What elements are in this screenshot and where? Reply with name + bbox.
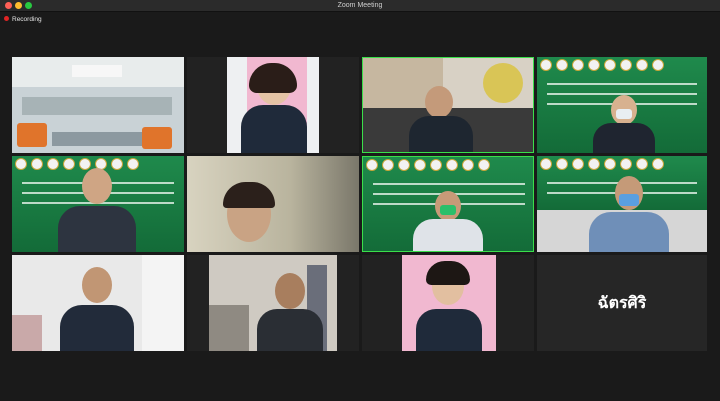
participant-avatar [82, 267, 112, 303]
participant-tile-1[interactable] [12, 57, 184, 153]
recording-dot-icon [4, 15, 9, 21]
participant-tile-10[interactable] [187, 255, 359, 351]
participant-tile-5[interactable] [12, 156, 184, 252]
participant-name: ฉัตรศิริ [597, 294, 647, 312]
participant-tile-2[interactable] [187, 57, 359, 153]
participant-tile-11[interactable] [362, 255, 534, 351]
participant-tile-7[interactable] [362, 156, 534, 252]
participant-avatar [275, 273, 305, 309]
participant-tile-3[interactable] [362, 57, 534, 153]
participant-tile-4[interactable] [537, 57, 707, 153]
window-title: Zoom Meeting [337, 2, 383, 9]
participant-tile-6[interactable] [187, 156, 359, 252]
participant-avatar [425, 86, 453, 118]
participant-tile-9[interactable] [12, 255, 184, 351]
recording-indicator[interactable]: Recording [4, 15, 42, 25]
participant-tile-12[interactable]: ฉัตรศิริ [537, 255, 707, 351]
participant-avatar [82, 168, 112, 204]
window-titlebar: Zoom Meeting [0, 0, 720, 12]
recording-label: Recording [12, 16, 42, 23]
participant-tile-8[interactable] [537, 156, 707, 252]
